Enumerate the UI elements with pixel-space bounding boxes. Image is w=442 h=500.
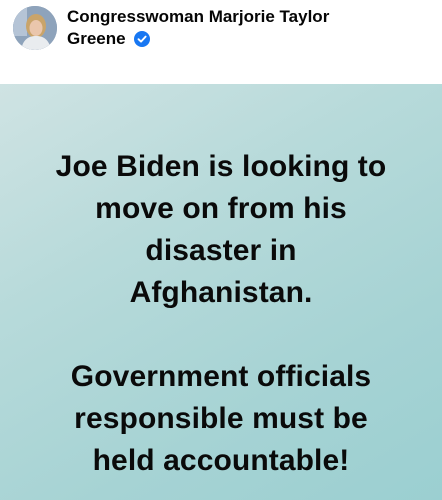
post-line: held accountable! <box>92 444 350 477</box>
verified-badge-icon <box>134 31 151 47</box>
post-line: responsible must be <box>74 402 368 435</box>
post-line: disaster in <box>145 234 297 267</box>
author-name[interactable]: Congresswoman Marjorie Taylor Greene <box>67 6 387 50</box>
author-name-line2: Greene <box>67 29 126 48</box>
author-name-line1: Congresswoman Marjorie Taylor <box>67 7 330 26</box>
post-body: Joe Biden is looking to move on from his… <box>0 84 442 500</box>
post-line: Afghanistan. <box>129 276 313 309</box>
post-paragraph-2: Government officials responsible must be… <box>0 356 442 482</box>
post-text: Joe Biden is looking to move on from his… <box>0 146 442 482</box>
post-line: move on from his <box>95 192 347 225</box>
post-header: Congresswoman Marjorie Taylor Greene <box>0 0 442 84</box>
post-line: Government officials <box>70 360 372 393</box>
post-line: Joe Biden is looking to <box>55 150 387 183</box>
profile-photo <box>13 6 57 50</box>
profile-avatar[interactable] <box>13 6 57 50</box>
post-paragraph-1: Joe Biden is looking to move on from his… <box>0 146 442 314</box>
